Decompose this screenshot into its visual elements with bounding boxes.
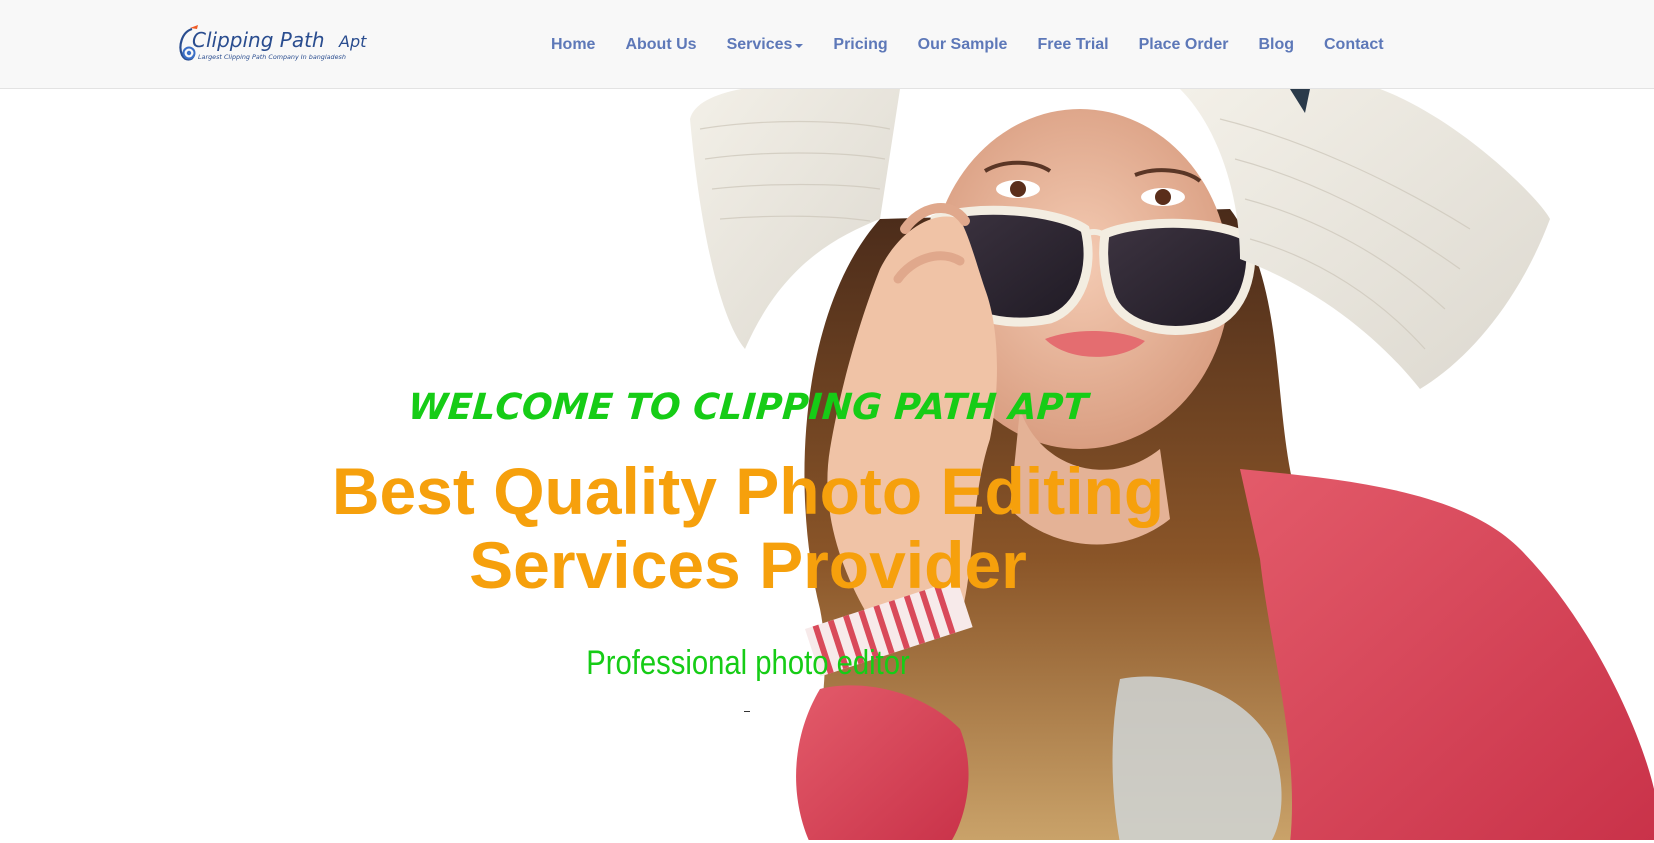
nav-home[interactable]: Home — [536, 36, 610, 54]
headline-line-1: Best Quality Photo Editing — [331, 454, 1165, 528]
hero-text-block: WELCOME TO CLIPPING PATH APT Best Qualit… — [0, 89, 1496, 843]
main-nav: Home About Us Services Pricing Our Sampl… — [536, 0, 1399, 89]
headline-line-2: Services Provider — [469, 528, 1027, 602]
main-headline: Best Quality Photo Editing Services Prov… — [0, 454, 1496, 602]
logo-wordmark: Clipping Path — [192, 28, 325, 52]
caret-down-icon — [795, 43, 804, 48]
nav-blog[interactable]: Blog — [1243, 36, 1309, 54]
nav-place-order[interactable]: Place Order — [1124, 36, 1244, 54]
logo-tagline: Largest Clipping Path Company In banglad… — [198, 53, 346, 61]
hero-subline: Professional photo editor — [586, 644, 910, 682]
page: Clipping Path Apt Largest Clipping Path … — [0, 0, 1654, 843]
nav-pricing[interactable]: Pricing — [818, 36, 902, 54]
nav-free-trial[interactable]: Free Trial — [1022, 36, 1123, 54]
logo-suffix: Apt — [338, 32, 367, 51]
nav-our-sample[interactable]: Our Sample — [903, 36, 1023, 54]
nav-our-sample-label: Our Sample — [917, 35, 1008, 53]
site-logo[interactable]: Clipping Path Apt Largest Clipping Path … — [176, 22, 371, 64]
nav-place-order-label: Place Order — [1138, 35, 1229, 53]
navbar: Clipping Path Apt Largest Clipping Path … — [0, 0, 1654, 89]
nav-contact[interactable]: Contact — [1309, 36, 1399, 54]
welcome-heading: WELCOME TO CLIPPING PATH APT — [406, 387, 1090, 428]
nav-about-us-label: About Us — [625, 35, 697, 53]
nav-services-label: Services — [726, 35, 793, 53]
nav-free-trial-label: Free Trial — [1037, 35, 1109, 53]
nav-blog-label: Blog — [1258, 35, 1294, 53]
nav-pricing-label: Pricing — [833, 35, 888, 53]
nav-about-us[interactable]: About Us — [610, 36, 711, 54]
hero-section: WELCOME TO CLIPPING PATH APT Best Qualit… — [0, 89, 1654, 843]
nav-services-dropdown[interactable]: Services — [712, 36, 819, 54]
nav-contact-label: Contact — [1323, 35, 1384, 53]
nav-home-label: Home — [551, 35, 596, 53]
divider-dash — [744, 711, 750, 712]
